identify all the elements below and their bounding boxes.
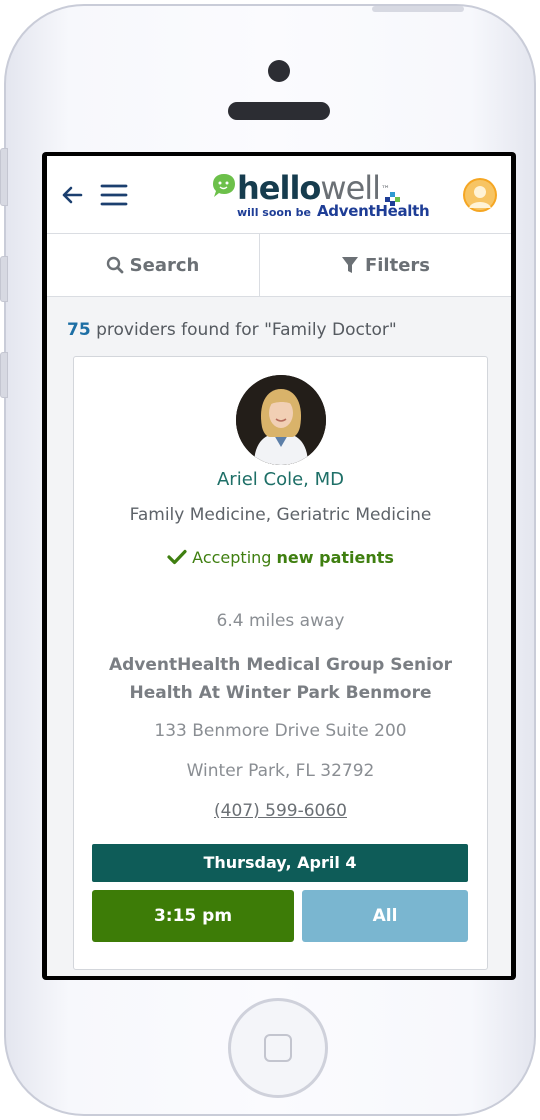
mute-switch bbox=[0, 148, 8, 206]
hellowell-logo[interactable]: hellowell™ will soon be AdventHealth bbox=[207, 166, 437, 226]
front-camera bbox=[268, 60, 290, 82]
provider-card[interactable]: Ariel Cole, MD Family Medicine, Geriatri… bbox=[73, 356, 488, 970]
user-avatar-icon bbox=[465, 180, 495, 210]
volume-down-button bbox=[0, 352, 8, 398]
logo-brand-text: AdventHealth bbox=[317, 202, 430, 220]
provider-photo[interactable] bbox=[236, 375, 326, 465]
accepting-status: Accepting new patients bbox=[74, 548, 487, 567]
earpiece-speaker bbox=[228, 102, 330, 120]
home-square-icon bbox=[264, 1034, 292, 1062]
checkmark-icon bbox=[167, 549, 187, 565]
accepting-new-patients: new patients bbox=[276, 548, 394, 567]
provider-name[interactable]: Ariel Cole, MD bbox=[74, 469, 487, 490]
results-summary: 75 providers found for "Family Doctor" bbox=[67, 320, 397, 340]
power-button bbox=[372, 6, 464, 12]
volume-up-button bbox=[0, 256, 8, 302]
logo-wordmark: hellowell™ bbox=[237, 169, 390, 207]
phone-link[interactable]: (407) 599-6060 bbox=[74, 801, 487, 821]
address-line-1: 133 Benmore Drive Suite 200 bbox=[154, 721, 407, 741]
hamburger-menu-icon bbox=[100, 184, 128, 206]
speech-bubble-icon bbox=[213, 174, 235, 197]
practice-location: AdventHealth Medical Group Senior Health… bbox=[74, 651, 487, 707]
screen: hellowell™ will soon be AdventHealth Sea… bbox=[42, 152, 516, 980]
logo-hello-text: hello bbox=[237, 169, 321, 207]
results-count: 75 bbox=[67, 320, 91, 340]
back-button[interactable] bbox=[57, 180, 87, 210]
menu-button[interactable] bbox=[99, 180, 129, 210]
provider-distance: 6.4 miles away bbox=[216, 611, 345, 631]
location-line-2: Health At Winter Park Benmore bbox=[129, 683, 432, 703]
search-label: Search bbox=[129, 254, 200, 276]
search-toolbar: Search Filters bbox=[47, 234, 511, 297]
filter-icon bbox=[341, 257, 358, 273]
provider-specialty: Family Medicine, Geriatric Medicine bbox=[129, 505, 432, 525]
logo-tagline: will soon be bbox=[237, 206, 311, 219]
search-button[interactable]: Search bbox=[47, 234, 258, 296]
home-button[interactable] bbox=[228, 998, 328, 1098]
search-icon bbox=[106, 256, 124, 274]
address-line-2: Winter Park, FL 32792 bbox=[186, 761, 375, 781]
provider-portrait-image bbox=[236, 375, 326, 465]
filters-button[interactable]: Filters bbox=[260, 234, 511, 296]
time-slot-button[interactable]: 3:15 pm bbox=[92, 890, 294, 942]
user-avatar-button[interactable] bbox=[463, 178, 497, 212]
filters-label: Filters bbox=[364, 254, 431, 276]
app-header: hellowell™ will soon be AdventHealth bbox=[47, 156, 511, 234]
results-text: providers found for "Family Doctor" bbox=[90, 320, 397, 340]
accepting-prefix: Accepting bbox=[192, 548, 277, 567]
all-slots-button[interactable]: All bbox=[302, 890, 468, 942]
back-arrow-icon bbox=[62, 186, 83, 204]
location-line-1: AdventHealth Medical Group Senior bbox=[108, 655, 453, 675]
appointment-date-header: Thursday, April 4 bbox=[92, 844, 468, 882]
app-viewport: hellowell™ will soon be AdventHealth Sea… bbox=[47, 156, 511, 976]
phone-frame: hellowell™ will soon be AdventHealth Sea… bbox=[0, 4, 536, 1116]
